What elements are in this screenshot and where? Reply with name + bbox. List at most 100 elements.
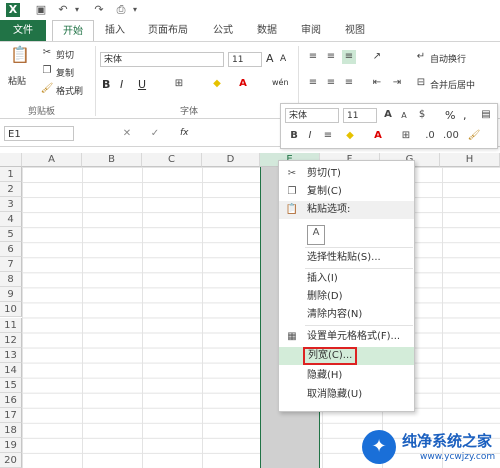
- tab-formulas[interactable]: 公式: [206, 20, 240, 41]
- row-header[interactable]: 18: [0, 422, 22, 438]
- mini-fill-color-icon[interactable]: ◆: [343, 129, 357, 143]
- orientation-icon[interactable]: ↗: [370, 50, 384, 64]
- tab-data[interactable]: 数据: [250, 20, 284, 41]
- quick-print-icon[interactable]: ⎙: [114, 3, 128, 17]
- enter-icon[interactable]: ✓: [148, 127, 162, 141]
- tab-view[interactable]: 视图: [338, 20, 372, 41]
- row-header[interactable]: 17: [0, 407, 22, 423]
- format-painter-button[interactable]: 格式刷: [56, 84, 83, 97]
- mini-align-icon[interactable]: ≡: [321, 129, 335, 143]
- bold-button[interactable]: B: [102, 78, 110, 91]
- row-header[interactable]: 20: [0, 452, 22, 468]
- align-left-icon[interactable]: ≡: [306, 76, 320, 90]
- menu-item-copy[interactable]: ❐ 复制(C): [279, 183, 414, 201]
- insert-function-button[interactable]: fx: [180, 128, 189, 138]
- grow-font-icon[interactable]: A: [381, 108, 395, 122]
- tab-home[interactable]: 开始: [52, 20, 94, 42]
- menu-item-unhide[interactable]: 取消隐藏(U): [279, 386, 414, 404]
- shrink-font-icon[interactable]: A: [397, 109, 411, 123]
- merge-icon[interactable]: ⊟: [414, 76, 428, 90]
- name-box[interactable]: E1: [4, 126, 74, 141]
- increase-decimal-icon[interactable]: .00: [443, 129, 459, 143]
- accounting-format-icon[interactable]: $: [415, 108, 429, 122]
- merge-center-button[interactable]: 合并后居中: [430, 78, 475, 91]
- menu-item-insert[interactable]: 插入(I): [279, 270, 414, 288]
- cut-button[interactable]: 剪切: [56, 48, 74, 61]
- menu-item-column-width[interactable]: 列宽(C)...: [279, 347, 414, 365]
- row-header[interactable]: 14: [0, 362, 22, 378]
- align-middle-icon[interactable]: ≡: [324, 50, 338, 64]
- font-size-select[interactable]: 11: [228, 52, 262, 67]
- menu-item-paste-special[interactable]: 选择性粘贴(S)...: [279, 249, 414, 267]
- undo-dropdown-icon[interactable]: ▾: [70, 3, 84, 17]
- mini-size-select[interactable]: 11: [343, 108, 377, 123]
- menu-item-delete[interactable]: 删除(D): [279, 288, 414, 306]
- decrease-decimal-icon[interactable]: .0: [423, 129, 437, 143]
- column-header[interactable]: C: [142, 153, 202, 167]
- undo-icon[interactable]: ↶: [56, 3, 70, 17]
- select-all-corner[interactable]: [0, 153, 22, 167]
- tab-insert[interactable]: 插入: [98, 20, 132, 41]
- row-header[interactable]: 5: [0, 227, 22, 243]
- mini-font-select[interactable]: 宋体: [285, 108, 339, 123]
- mini-bold-icon[interactable]: B: [287, 129, 301, 143]
- wrap-text-icon[interactable]: ↵: [414, 50, 428, 64]
- customize-qat-icon[interactable]: ▾: [128, 3, 142, 17]
- column-header[interactable]: D: [202, 153, 260, 167]
- align-top-icon[interactable]: ≡: [306, 50, 320, 64]
- column-header[interactable]: A: [22, 153, 82, 167]
- mini-font-color-icon[interactable]: A: [371, 129, 385, 143]
- menu-item-clear-contents[interactable]: 清除内容(N): [279, 306, 414, 324]
- phonetic-button[interactable]: wén: [272, 78, 289, 87]
- row-header[interactable]: 6: [0, 242, 22, 258]
- row-header[interactable]: 8: [0, 272, 22, 288]
- row-header[interactable]: 11: [0, 317, 22, 333]
- row-header[interactable]: 1: [0, 167, 22, 183]
- wrap-text-button[interactable]: 自动换行: [430, 52, 466, 65]
- grow-font-button[interactable]: A: [266, 52, 274, 65]
- percent-button[interactable]: %: [445, 109, 455, 122]
- menu-item-paste-option[interactable]: A: [279, 221, 414, 245]
- decrease-indent-icon[interactable]: ⇤: [370, 76, 384, 90]
- row-header[interactable]: 12: [0, 332, 22, 348]
- shrink-font-button[interactable]: A: [280, 54, 286, 64]
- menu-item-hide[interactable]: 隐藏(H): [279, 367, 414, 385]
- align-center-icon[interactable]: ≡: [324, 76, 338, 90]
- row-header[interactable]: 10: [0, 302, 22, 318]
- cancel-icon[interactable]: ✕: [120, 127, 134, 141]
- mini-borders-icon[interactable]: ⊞: [399, 129, 413, 143]
- increase-indent-icon[interactable]: ⇥: [390, 76, 404, 90]
- borders-icon[interactable]: ⊞: [172, 77, 186, 91]
- paste-icon[interactable]: 📋: [10, 47, 30, 70]
- align-right-icon[interactable]: ≡: [342, 76, 356, 90]
- mini-italic-icon[interactable]: I: [303, 129, 317, 143]
- paste-button[interactable]: 粘贴: [8, 74, 26, 87]
- save-icon[interactable]: ▣: [34, 3, 48, 17]
- copy-button[interactable]: 复制: [56, 66, 74, 79]
- fill-color-icon[interactable]: ◆: [210, 77, 224, 91]
- tab-page-layout[interactable]: 页面布局: [140, 20, 196, 41]
- menu-item-format-cells[interactable]: ▦ 设置单元格格式(F)...: [279, 328, 414, 346]
- row-header[interactable]: 19: [0, 437, 22, 453]
- italic-button[interactable]: I: [120, 78, 123, 91]
- format-table-icon[interactable]: ▤: [479, 108, 493, 122]
- tab-review[interactable]: 审阅: [294, 20, 328, 41]
- row-header[interactable]: 13: [0, 347, 22, 363]
- paste-option-icon[interactable]: A: [307, 225, 325, 245]
- menu-item-cut[interactable]: ✂ 剪切(T): [279, 165, 414, 183]
- mini-format-painter-icon[interactable]: 🖌: [467, 129, 481, 143]
- row-header[interactable]: 15: [0, 377, 22, 393]
- row-header[interactable]: 2: [0, 182, 22, 198]
- underline-button[interactable]: U: [138, 78, 146, 91]
- column-header[interactable]: H: [440, 153, 500, 167]
- row-header[interactable]: 7: [0, 257, 22, 273]
- redo-icon[interactable]: ↷: [92, 3, 106, 17]
- comma-button[interactable]: ,: [463, 109, 467, 122]
- row-header[interactable]: 3: [0, 197, 22, 213]
- font-name-select[interactable]: 宋体: [100, 52, 224, 67]
- row-header[interactable]: 4: [0, 212, 22, 228]
- column-header[interactable]: B: [82, 153, 142, 167]
- tab-file[interactable]: 文件: [0, 20, 46, 41]
- font-color-icon[interactable]: A: [236, 77, 250, 91]
- align-bottom-icon[interactable]: ≡: [342, 50, 356, 64]
